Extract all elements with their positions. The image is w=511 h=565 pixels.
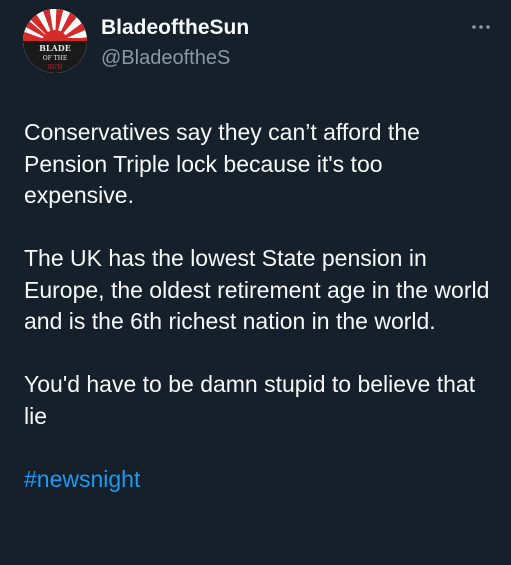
tweet-text: Conservatives say they can’t afford the … xyxy=(24,117,494,527)
tweet: BLADE OF THE SUN BladeoftheSun @Bladeoft… xyxy=(0,0,511,565)
rising-sun-logo: BLADE OF THE SUN xyxy=(23,9,87,73)
hashtag-link[interactable]: #newsnight xyxy=(24,466,140,492)
more-options-button[interactable] xyxy=(466,17,496,37)
hashtag-line: #newsnight xyxy=(24,464,494,496)
author-handle[interactable]: @BladeoftheS xyxy=(101,45,230,71)
more-horizontal-icon xyxy=(472,25,490,29)
avatar-text-line-2: OF THE xyxy=(43,55,68,62)
avatar-text-line-1: BLADE xyxy=(39,43,71,53)
tweet-paragraph-3: You'd have to be damn stupid to believe … xyxy=(24,371,476,429)
tweet-paragraph-1: Conservatives say they can’t afford the … xyxy=(24,119,420,208)
tweet-paragraph-2: The UK has the lowest State pension in E… xyxy=(24,245,490,334)
avatar-text-line-3: SUN xyxy=(48,64,62,71)
avatar[interactable]: BLADE OF THE SUN xyxy=(23,9,87,73)
author-display-name[interactable]: BladeoftheSun xyxy=(101,15,249,41)
